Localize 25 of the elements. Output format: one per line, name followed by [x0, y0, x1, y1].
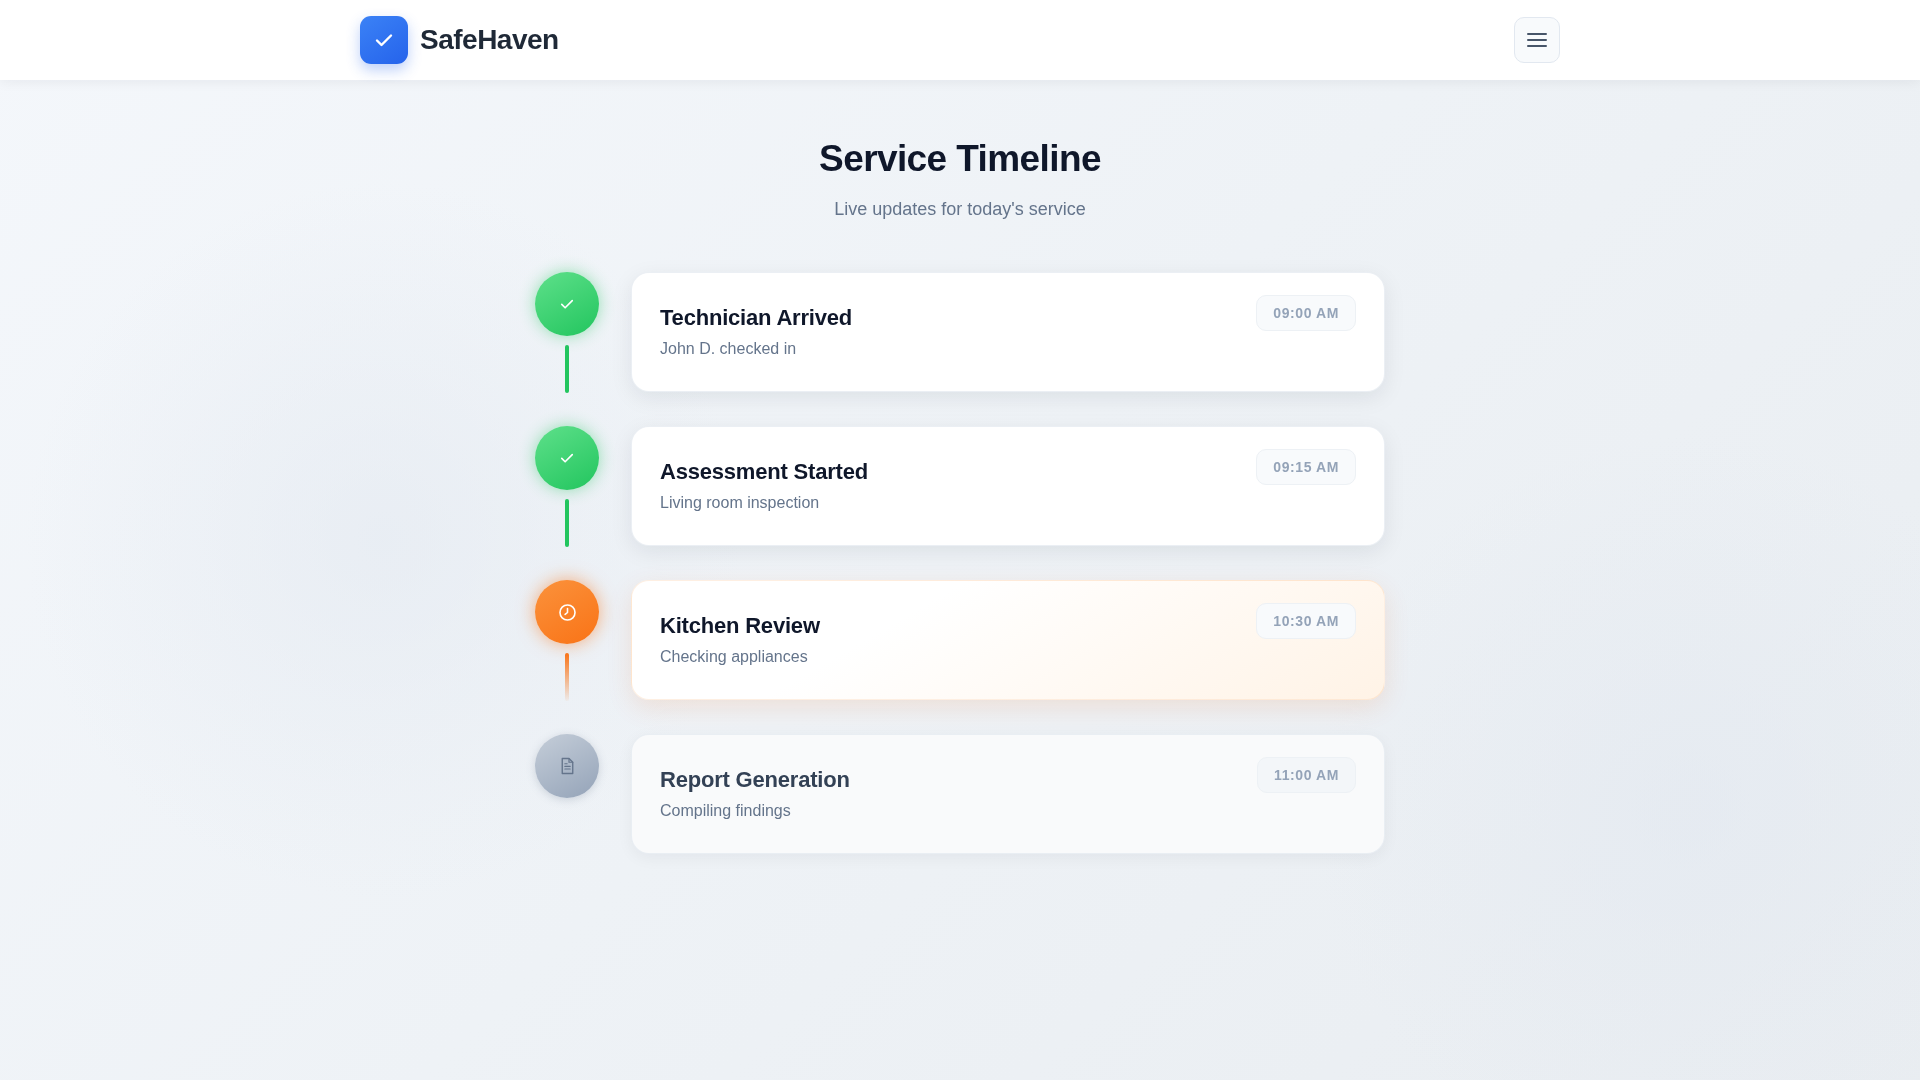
check-icon — [535, 272, 599, 336]
check-icon — [535, 426, 599, 490]
time-badge: 09:00 AM — [1256, 295, 1356, 331]
timeline-connector — [565, 653, 569, 701]
brand-name: SafeHaven — [420, 24, 559, 56]
page-subtitle: Live updates for today's service — [834, 198, 1086, 221]
time-badge: 10:30 AM — [1256, 603, 1356, 639]
document-icon — [535, 734, 599, 798]
event-description: Checking appliances — [660, 647, 809, 667]
timeline-connector — [565, 345, 569, 393]
time-badge: 11:00 AM — [1257, 757, 1356, 793]
timeline-connector — [565, 499, 569, 547]
time-badge: 09:15 AM — [1256, 449, 1356, 485]
event-title: Report Generation — [660, 766, 850, 794]
event-description: Compiling findings — [660, 801, 792, 821]
menu-icon — [1527, 33, 1547, 47]
event-title: Technician Arrived — [660, 304, 852, 332]
menu-button[interactable] — [1514, 17, 1560, 63]
event-description: Living room inspection — [660, 493, 821, 513]
page-title: Service Timeline — [819, 137, 1101, 181]
event-title: Assessment Started — [660, 458, 868, 486]
event-title: Kitchen Review — [660, 612, 820, 640]
event-description: John D. checked in — [660, 339, 798, 359]
clock-icon — [535, 580, 599, 644]
check-icon — [360, 16, 408, 64]
